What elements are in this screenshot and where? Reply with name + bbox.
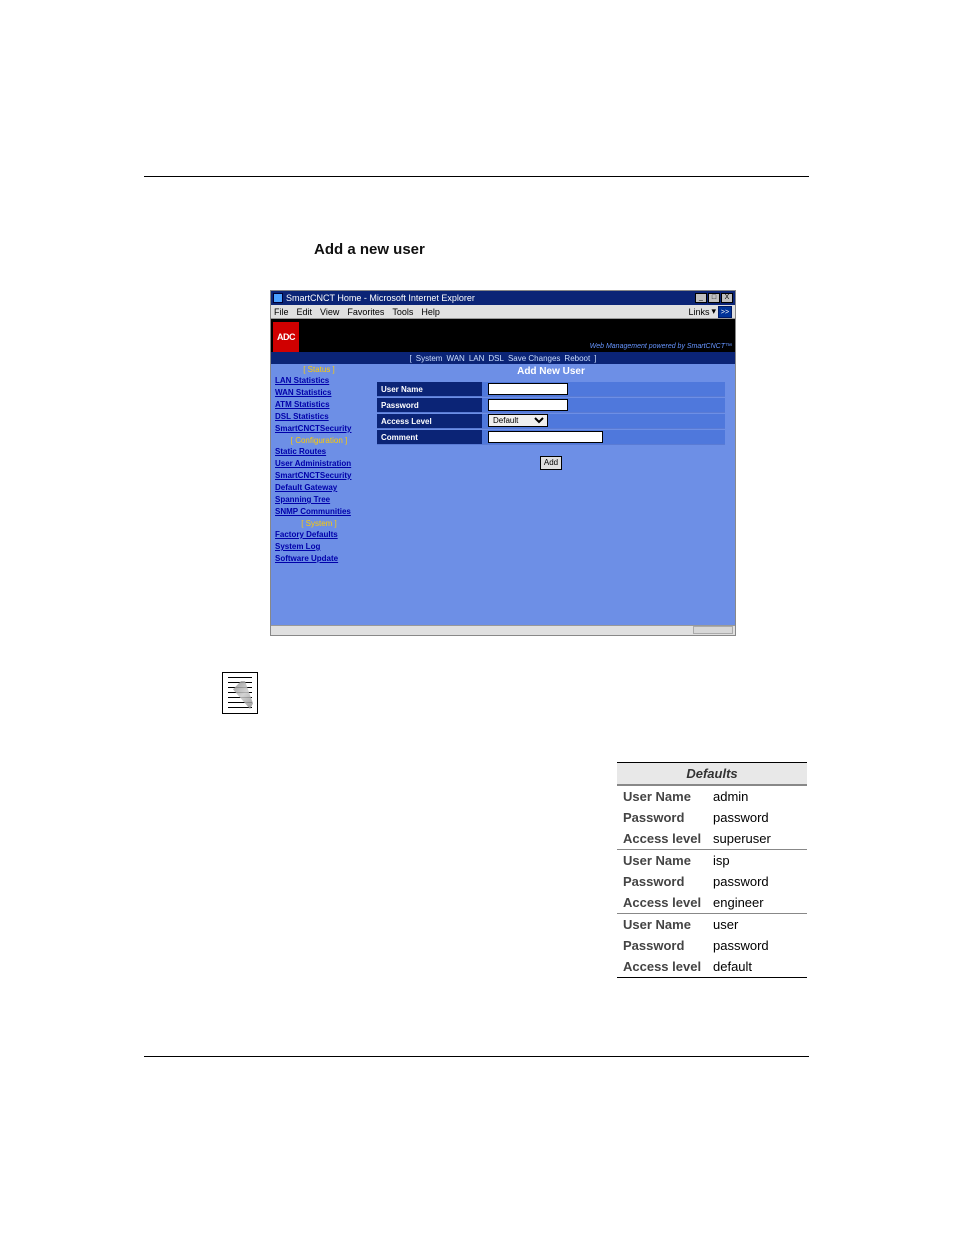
menu-tools[interactable]: Tools (392, 307, 413, 317)
table-row: Passwordpassword (617, 871, 807, 892)
defaults-heading: Defaults (617, 762, 807, 785)
menu-bar: File Edit View Favorites Tools Help Link… (271, 305, 735, 319)
nav-bracket-close: ] (594, 354, 596, 363)
tagline: Web Management powered by SmartCNCT™ (590, 343, 735, 352)
window-titlebar: SmartCNCT Home - Microsoft Internet Expl… (271, 291, 735, 305)
default-label: Password (623, 810, 713, 825)
table-row: User Nameisp (617, 849, 807, 871)
sidebar-item-user-admin[interactable]: User Administration (271, 458, 367, 470)
adc-logo: ADC (273, 322, 299, 352)
default-value: user (713, 917, 738, 932)
comment-input[interactable] (488, 431, 603, 443)
links-label[interactable]: Links (688, 307, 709, 317)
username-input[interactable] (488, 383, 568, 395)
note-icon (222, 672, 258, 714)
brand-header: ADC Web Management powered by SmartCNCT™ (271, 319, 735, 352)
default-value: password (713, 810, 769, 825)
page-title: Add New User (367, 364, 735, 381)
nav-system[interactable]: System (416, 354, 443, 363)
table-row: User Nameuser (617, 913, 807, 935)
sidebar: [ Status ] LAN Statistics WAN Statistics… (271, 364, 367, 625)
section-heading: Add a new user (314, 241, 425, 258)
sidebar-item-system-log[interactable]: System Log (271, 541, 367, 553)
table-row: Access levelengineer (617, 892, 807, 913)
access-level-select[interactable]: Default (488, 414, 548, 427)
sidebar-item-dsl-stats[interactable]: DSL Statistics (271, 411, 367, 423)
sidebar-item-factory-defaults[interactable]: Factory Defaults (271, 529, 367, 541)
nav-save[interactable]: Save Changes (508, 354, 560, 363)
sidebar-cat-configuration: [ Configuration ] (271, 435, 367, 446)
default-label: User Name (623, 917, 713, 932)
status-bar (271, 625, 735, 635)
menu-file[interactable]: File (274, 307, 289, 317)
menu-favorites[interactable]: Favorites (347, 307, 384, 317)
default-value: isp (713, 853, 730, 868)
sidebar-cat-status: [ Status ] (271, 364, 367, 375)
menu-help[interactable]: Help (421, 307, 440, 317)
nav-dsl[interactable]: DSL (488, 354, 504, 363)
sidebar-item-default-gateway[interactable]: Default Gateway (271, 482, 367, 494)
default-value: engineer (713, 895, 764, 910)
default-label: Access level (623, 895, 713, 910)
main-panel: Add New User User Name Password Access L… (367, 364, 735, 625)
ie-icon (273, 293, 283, 303)
default-value: superuser (713, 831, 771, 846)
label-access-level: Access Level (377, 414, 482, 429)
default-label: Access level (623, 959, 713, 974)
sidebar-item-spanning-tree[interactable]: Spanning Tree (271, 494, 367, 506)
label-comment: Comment (377, 430, 482, 445)
nav-wan[interactable]: WAN (446, 354, 464, 363)
sidebar-item-security-cfg[interactable]: SmartCNCTSecurity (271, 470, 367, 482)
minimize-button[interactable]: _ (695, 293, 707, 303)
default-label: Access level (623, 831, 713, 846)
default-label: Password (623, 938, 713, 953)
close-button[interactable]: X (721, 293, 733, 303)
add-button[interactable]: Add (540, 456, 562, 470)
default-value: default (713, 959, 752, 974)
default-value: admin (713, 789, 748, 804)
table-row: Passwordpassword (617, 807, 807, 828)
menu-view[interactable]: View (320, 307, 339, 317)
table-row: Passwordpassword (617, 935, 807, 956)
sidebar-item-snmp[interactable]: SNMP Communities (271, 506, 367, 518)
top-rule (144, 176, 809, 177)
sidebar-item-security-status[interactable]: SmartCNCTSecurity (271, 423, 367, 435)
default-label: User Name (623, 789, 713, 804)
sidebar-item-atm-stats[interactable]: ATM Statistics (271, 399, 367, 411)
sidebar-item-static-routes[interactable]: Static Routes (271, 446, 367, 458)
default-value: password (713, 938, 769, 953)
status-segment (693, 626, 733, 634)
table-row: User Nameadmin (617, 785, 807, 807)
password-input[interactable] (488, 399, 568, 411)
window-title: SmartCNCT Home - Microsoft Internet Expl… (286, 293, 475, 303)
table-row: Access leveldefault (617, 956, 807, 978)
default-label: Password (623, 874, 713, 889)
nav-bracket-open: [ (410, 354, 412, 363)
top-nav: [ System WAN LAN DSL Save Changes Reboot… (271, 352, 735, 364)
defaults-table: Defaults User Nameadmin Passwordpassword… (617, 762, 807, 978)
chevron-down-icon: ▾ (711, 306, 716, 317)
label-password: Password (377, 398, 482, 413)
nav-reboot[interactable]: Reboot (564, 354, 590, 363)
menu-edit[interactable]: Edit (297, 307, 313, 317)
sidebar-item-software-update[interactable]: Software Update (271, 553, 367, 565)
table-row: Access levelsuperuser (617, 828, 807, 849)
go-button[interactable]: >> (718, 306, 732, 318)
browser-window: SmartCNCT Home - Microsoft Internet Expl… (270, 290, 736, 636)
sidebar-item-wan-stats[interactable]: WAN Statistics (271, 387, 367, 399)
nav-lan[interactable]: LAN (469, 354, 485, 363)
default-label: User Name (623, 853, 713, 868)
sidebar-cat-system: [ System ] (271, 518, 367, 529)
label-username: User Name (377, 382, 482, 397)
bottom-rule (144, 1056, 809, 1057)
sidebar-item-lan-stats[interactable]: LAN Statistics (271, 375, 367, 387)
default-value: password (713, 874, 769, 889)
maximize-button[interactable]: □ (708, 293, 720, 303)
